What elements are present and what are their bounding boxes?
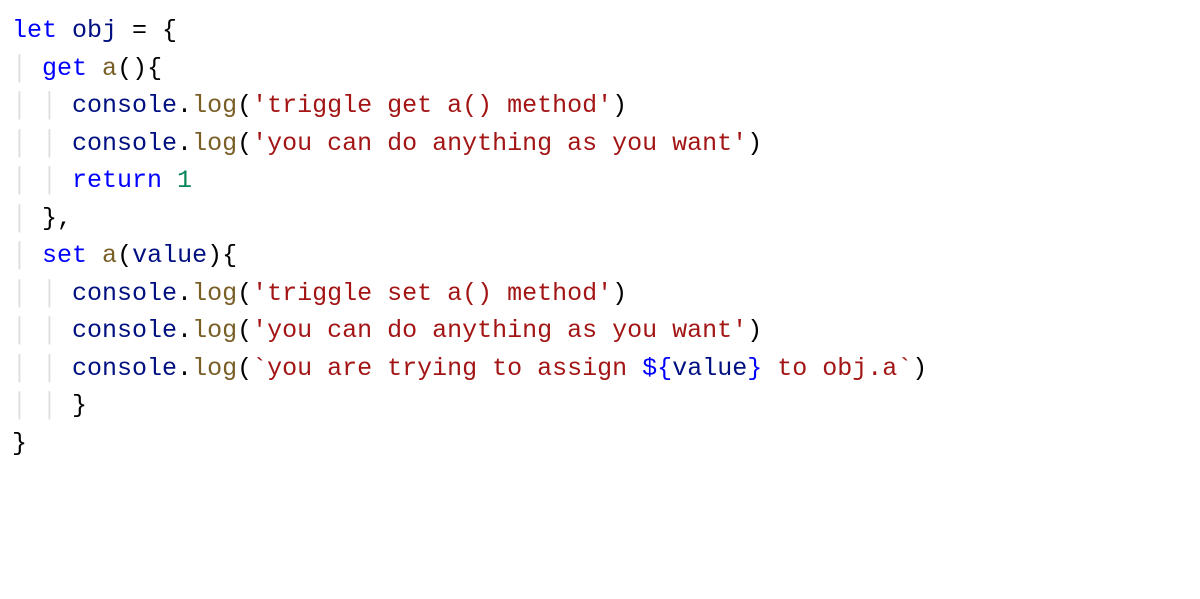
identifier-value: value bbox=[672, 354, 747, 383]
string-literal: 'you can do anything as you want' bbox=[252, 129, 747, 158]
code-line: │ │ console.log('triggle set a() method'… bbox=[12, 279, 627, 308]
identifier-obj: obj bbox=[72, 16, 117, 45]
template-literal: to obj.a bbox=[762, 354, 897, 383]
code-line: │ │ console.log('triggle get a() method'… bbox=[12, 91, 627, 120]
identifier-console: console bbox=[72, 354, 177, 383]
indent-guide: │ bbox=[12, 54, 42, 83]
backtick: ` bbox=[252, 354, 267, 383]
indent-guide: │ │ bbox=[12, 316, 72, 345]
code-block: let obj = { │ get a(){ │ │ console.log('… bbox=[12, 12, 1188, 462]
string-literal: 'you can do anything as you want' bbox=[252, 316, 747, 345]
indent-guide: │ │ bbox=[12, 391, 72, 420]
indent-guide: │ bbox=[12, 204, 42, 233]
string-literal: 'triggle get a() method' bbox=[252, 91, 612, 120]
method-a: a bbox=[102, 54, 117, 83]
method-a: a bbox=[102, 241, 117, 270]
keyword-set: set bbox=[42, 241, 87, 270]
keyword-let: let bbox=[12, 16, 57, 45]
code-line: │ set a(value){ bbox=[12, 241, 237, 270]
string-literal: 'triggle set a() method' bbox=[252, 279, 612, 308]
method-log: log bbox=[192, 91, 237, 120]
code-line: │ │ return 1 bbox=[12, 166, 192, 195]
code-line: } bbox=[12, 429, 27, 458]
method-log: log bbox=[192, 354, 237, 383]
number-literal: 1 bbox=[177, 166, 192, 195]
indent-guide: │ │ bbox=[12, 166, 72, 195]
identifier-console: console bbox=[72, 129, 177, 158]
keyword-get: get bbox=[42, 54, 87, 83]
keyword-return: return bbox=[72, 166, 162, 195]
code-line: │ │ console.log(`you are trying to assig… bbox=[12, 354, 927, 383]
identifier-console: console bbox=[72, 279, 177, 308]
indent-guide: │ │ bbox=[12, 91, 72, 120]
interpolation-open: ${ bbox=[642, 354, 672, 383]
code-line: │ get a(){ bbox=[12, 54, 162, 83]
interpolation-close: } bbox=[747, 354, 762, 383]
indent-guide: │ bbox=[12, 241, 42, 270]
code-line: │ │ } bbox=[12, 391, 87, 420]
method-log: log bbox=[192, 316, 237, 345]
indent-guide: │ │ bbox=[12, 129, 72, 158]
indent-guide: │ │ bbox=[12, 354, 72, 383]
code-line: │ │ console.log('you can do anything as … bbox=[12, 129, 762, 158]
code-line: │ │ console.log('you can do anything as … bbox=[12, 316, 762, 345]
indent-guide: │ │ bbox=[12, 279, 72, 308]
param-value: value bbox=[132, 241, 207, 270]
method-log: log bbox=[192, 279, 237, 308]
template-literal: you are trying to assign bbox=[267, 354, 642, 383]
identifier-console: console bbox=[72, 316, 177, 345]
code-line: let obj = { bbox=[12, 16, 177, 45]
backtick: ` bbox=[897, 354, 912, 383]
identifier-console: console bbox=[72, 91, 177, 120]
method-log: log bbox=[192, 129, 237, 158]
code-line: │ }, bbox=[12, 204, 72, 233]
